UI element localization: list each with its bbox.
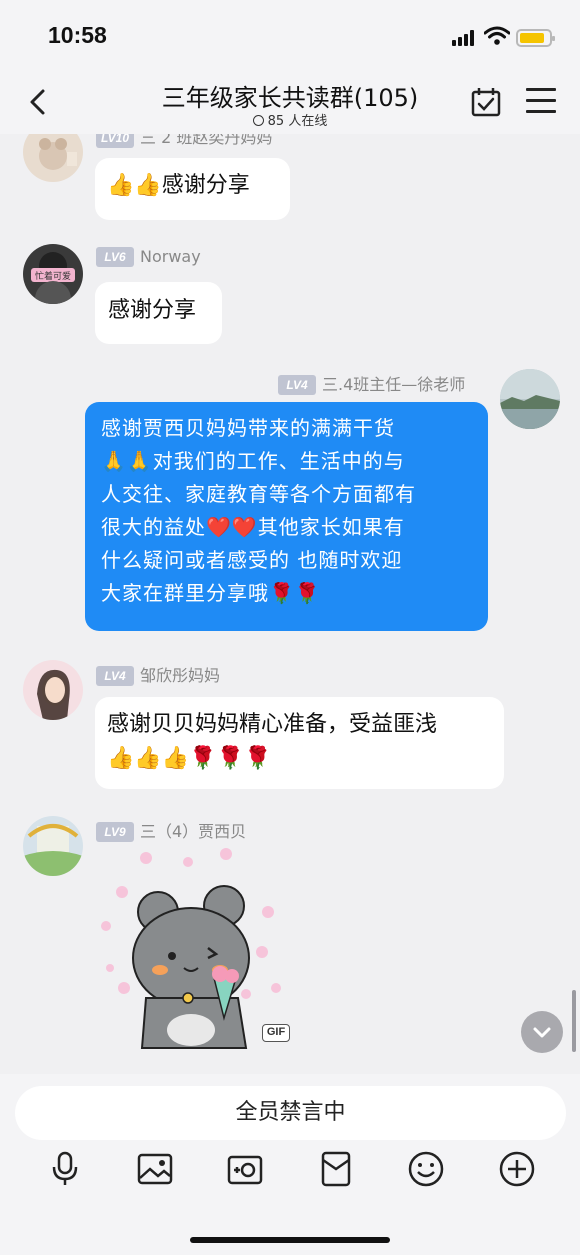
emoji-icon[interactable] xyxy=(407,1150,445,1188)
status-time: 10:58 xyxy=(48,22,107,48)
message-text: 感谢分享 xyxy=(108,298,197,323)
sender-name: Norway xyxy=(140,247,201,266)
battery-icon xyxy=(516,29,555,47)
muted-notice: 全员禁言中 xyxy=(15,1086,566,1140)
avatar[interactable] xyxy=(23,816,83,876)
camera-icon[interactable] xyxy=(226,1150,264,1188)
scrollbar[interactable] xyxy=(572,990,576,1052)
wifi-icon xyxy=(484,26,510,45)
message-bubble[interactable]: 👍👍感谢分享 xyxy=(95,158,290,220)
sender-name: 邹欣彤妈妈 xyxy=(140,666,221,685)
message-line: 很大的益处❤️❤️其他家长如果有 xyxy=(101,515,405,539)
avatar-caption: 忙着可爱 xyxy=(34,272,71,282)
level-badge: LV4 xyxy=(96,666,134,686)
sender-meta: LV4 邹欣彤妈妈 xyxy=(96,662,220,686)
plus-icon[interactable] xyxy=(498,1150,536,1188)
message-line: 🙏🙏对我们的工作、生活中的与 xyxy=(101,449,405,473)
message-text: 👍👍感谢分享 xyxy=(107,173,250,198)
level-badge: LV9 xyxy=(96,822,134,842)
gif-badge: GIF xyxy=(262,1024,290,1042)
message-bubble-mine[interactable]: 感谢贾西贝妈妈带来的满满干货 🙏🙏对我们的工作、生活中的与 人交往、家庭教育等各… xyxy=(85,402,488,631)
cellular-signal-icon xyxy=(452,30,474,46)
level-badge: LV10 xyxy=(96,134,134,148)
avatar[interactable] xyxy=(23,134,83,182)
status-bar: 10:58 xyxy=(0,0,580,72)
message-line: 大家在群里分享哦🌹🌹 xyxy=(101,581,321,605)
sender-name: 三 2 班赵奕丹妈妈 xyxy=(140,134,273,147)
avatar[interactable] xyxy=(23,660,83,720)
image-icon[interactable] xyxy=(136,1150,174,1188)
sender-meta: LV9 三（4）贾西贝 xyxy=(96,818,246,842)
message-line: 人交往、家庭教育等各个方面都有 xyxy=(101,482,416,506)
level-badge: LV4 xyxy=(278,375,316,395)
message-bubble[interactable]: 感谢分享 xyxy=(95,282,222,344)
message-line: 👍👍👍🌹🌹🌹 xyxy=(107,746,272,771)
red-envelope-icon[interactable] xyxy=(317,1150,355,1188)
menu-button[interactable] xyxy=(526,88,556,116)
home-indicator[interactable] xyxy=(190,1237,390,1243)
avatar[interactable] xyxy=(500,369,560,429)
avatar[interactable]: 忙着可爱 xyxy=(23,244,83,304)
chevron-down-icon xyxy=(533,1027,551,1038)
message-list[interactable]: LV10 三 2 班赵奕丹妈妈 👍👍感谢分享 忙着可爱 LV6 Norway 感谢分… xyxy=(0,134,580,1074)
message-bubble[interactable]: 感谢贝贝妈妈精心准备，受益匪浅 👍👍👍🌹🌹🌹 xyxy=(95,697,504,789)
microphone-icon[interactable] xyxy=(46,1150,84,1188)
sender-name: 三.4班主任—徐老师 xyxy=(322,375,466,394)
message-line: 感谢贝贝妈妈精心准备，受益匪浅 xyxy=(107,712,438,737)
clock-icon xyxy=(252,115,264,126)
composer-bar: 全员禁言中 xyxy=(0,1074,580,1255)
nav-bar: 三年级家长共读群(105) 85 人在线 xyxy=(0,72,580,134)
level-badge: LV6 xyxy=(96,247,134,267)
sender-meta: LV6 Norway xyxy=(96,247,201,267)
calendar-check-icon[interactable] xyxy=(470,86,502,118)
sender-meta: LV10 三 2 班赵奕丹妈妈 xyxy=(96,134,272,148)
sender-name: 三（4）贾西贝 xyxy=(140,822,247,841)
sender-meta: LV4 三.4班主任—徐老师 xyxy=(278,371,465,395)
message-line: 感谢贾西贝妈妈带来的满满干货 xyxy=(101,416,395,440)
message-line: 什么疑问或者感受的 也随时欢迎 xyxy=(101,548,403,572)
scroll-to-bottom-button[interactable] xyxy=(521,1011,563,1053)
